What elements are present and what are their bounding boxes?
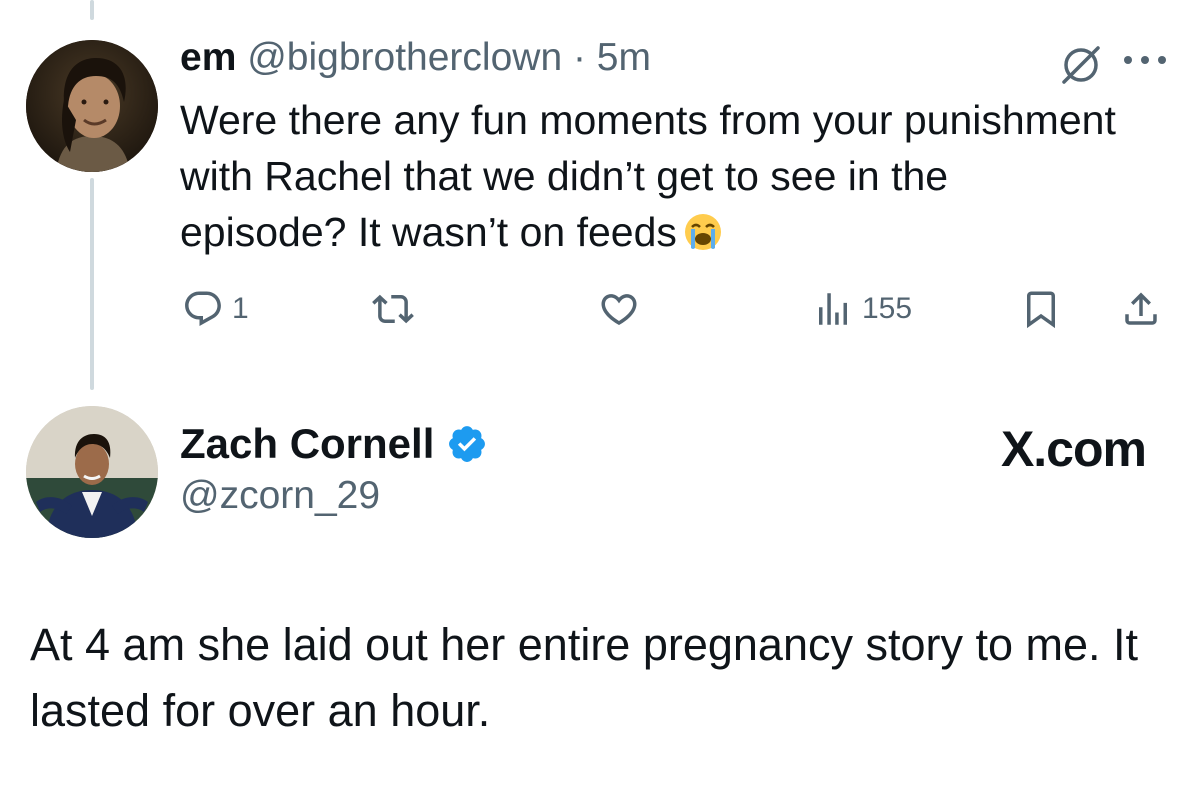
retweet-icon — [372, 294, 414, 324]
avatar-photo — [26, 406, 158, 538]
author-name[interactable]: em — [180, 36, 236, 79]
avatar-photo — [26, 40, 158, 172]
tweet-actions: 1 155 — [180, 284, 1170, 334]
loudly-crying-face-icon — [683, 210, 723, 266]
avatar[interactable] — [26, 40, 158, 172]
views-count: 155 — [862, 292, 913, 325]
views-icon — [819, 293, 847, 325]
verified-badge-icon[interactable] — [446, 423, 488, 465]
like-button[interactable] — [598, 284, 648, 334]
tweet-body: Were there any fun moments from your pun… — [180, 97, 1116, 255]
reply-icon — [185, 291, 221, 326]
share-button[interactable] — [1120, 284, 1162, 334]
more-icon[interactable] — [1118, 48, 1172, 72]
reply-author[interactable]: Zach Cornell — [180, 420, 488, 468]
reply-avatar[interactable] — [26, 406, 158, 538]
reply-author-handle[interactable]: @zcorn_29 — [180, 474, 380, 518]
thread-line-top — [90, 0, 94, 20]
reply-author-name[interactable]: Zach Cornell — [180, 420, 434, 468]
reply-count: 1 — [232, 292, 249, 325]
share-icon — [1125, 292, 1157, 325]
author-handle-time[interactable]: @bigbrotherclown · 5m — [247, 36, 651, 79]
like-icon — [601, 294, 637, 326]
x-com-logo[interactable]: X.com — [1001, 420, 1147, 478]
views-button[interactable]: 155 — [812, 284, 912, 334]
reply-tweet-text: At 4 am she laid out her entire pregnanc… — [30, 619, 1139, 736]
tweet-header: em @bigbrotherclown · 5m — [180, 36, 651, 80]
reply-button[interactable]: 1 — [182, 284, 249, 334]
retweet-button[interactable] — [372, 284, 422, 334]
thread-line — [90, 178, 94, 390]
bookmark-icon — [1027, 291, 1055, 329]
grok-icon[interactable] — [1060, 44, 1102, 86]
tweet-text: Were there any fun moments from your pun… — [180, 92, 1120, 266]
bookmark-button[interactable] — [1020, 284, 1062, 334]
